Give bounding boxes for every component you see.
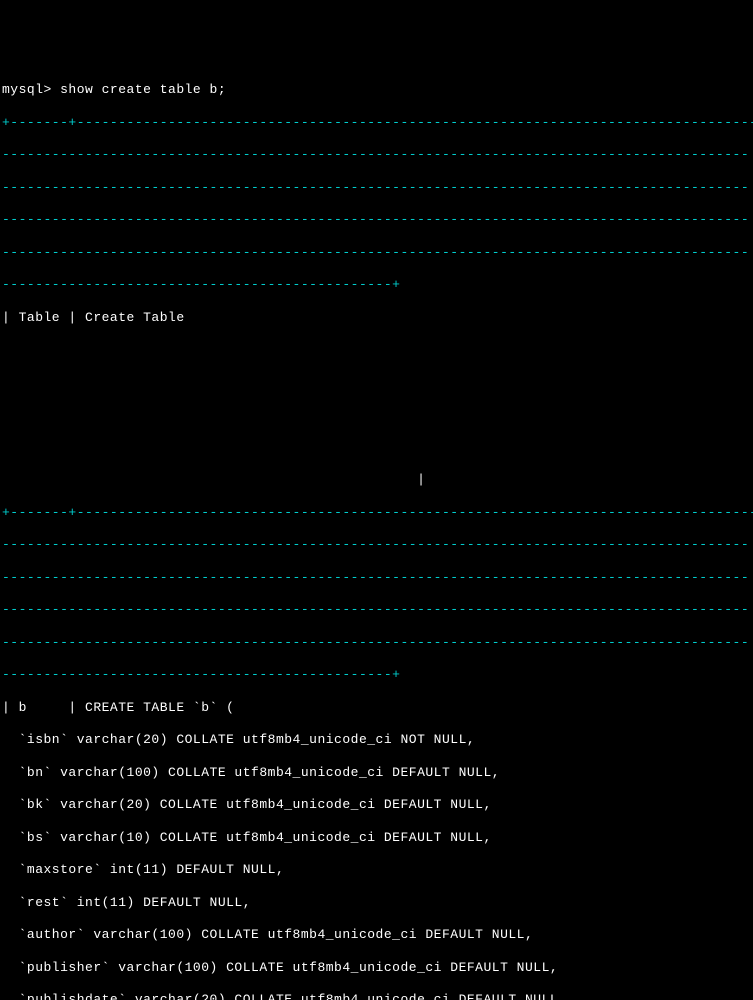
column-isbn: `isbn` varchar(20) COLLATE utf8mb4_unico…: [2, 732, 751, 748]
separator-line: ----------------------------------------…: [2, 537, 751, 553]
separator-line: ----------------------------------------…: [2, 147, 751, 163]
command-line[interactable]: mysql> show create table b;: [2, 82, 751, 98]
blank-line: [2, 440, 751, 456]
column-rest: `rest` int(11) DEFAULT NULL,: [2, 895, 751, 911]
header-row: | Table | Create Table: [2, 310, 751, 326]
blank-line: [2, 375, 751, 391]
separator-line: ----------------------------------------…: [2, 570, 751, 586]
separator-end: ----------------------------------------…: [2, 277, 751, 293]
separator-top: +-------+-------------------------------…: [2, 115, 751, 131]
separator-mid: +-------+-------------------------------…: [2, 505, 751, 521]
column-bk: `bk` varchar(20) COLLATE utf8mb4_unicode…: [2, 797, 751, 813]
mysql-prompt: mysql>: [2, 82, 60, 97]
data-row-start: | b | CREATE TABLE `b` (: [2, 700, 751, 716]
header-end-pipe: |: [2, 472, 751, 488]
blank-line: [2, 407, 751, 423]
separator-line: ----------------------------------------…: [2, 212, 751, 228]
column-publisher: `publisher` varchar(100) COLLATE utf8mb4…: [2, 960, 751, 976]
separator-line: ----------------------------------------…: [2, 180, 751, 196]
command-text: show create table b;: [60, 82, 226, 97]
separator-end: ----------------------------------------…: [2, 667, 751, 683]
column-bn: `bn` varchar(100) COLLATE utf8mb4_unicod…: [2, 765, 751, 781]
separator-line: ----------------------------------------…: [2, 245, 751, 261]
column-maxstore: `maxstore` int(11) DEFAULT NULL,: [2, 862, 751, 878]
separator-line: ----------------------------------------…: [2, 635, 751, 651]
separator-line: ----------------------------------------…: [2, 602, 751, 618]
blank-line: [2, 342, 751, 358]
column-publishdate: `publishdate` varchar(20) COLLATE utf8mb…: [2, 992, 751, 1000]
column-bs: `bs` varchar(10) COLLATE utf8mb4_unicode…: [2, 830, 751, 846]
terminal-output: mysql> show create table b; +-------+---…: [0, 65, 753, 1000]
column-author: `author` varchar(100) COLLATE utf8mb4_un…: [2, 927, 751, 943]
